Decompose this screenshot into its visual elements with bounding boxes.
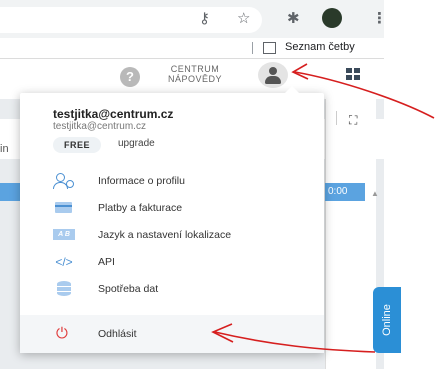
help-center-link[interactable]: CENTRUM NÁPOVĚDY bbox=[160, 64, 230, 84]
menu-item-language[interactable]: A B Jazyk a nastavení lokalizace bbox=[20, 223, 324, 249]
online-chat-tab[interactable]: Online bbox=[373, 287, 401, 353]
menu-item-api[interactable]: </> API bbox=[20, 250, 324, 276]
language-icon: A B bbox=[53, 226, 75, 244]
bookmarks-bar: Seznam četby bbox=[0, 38, 384, 59]
user-menu-dropdown: testjitka@centrum.cz testjitka@centrum.c… bbox=[20, 86, 324, 353]
menu-item-label: API bbox=[98, 256, 115, 268]
user-email-secondary: testjitka@centrum.cz bbox=[53, 121, 146, 132]
scroll-up-icon[interactable]: ▲ bbox=[371, 189, 379, 198]
database-icon bbox=[53, 280, 75, 298]
menu-item-payments[interactable]: Platby a fakturace bbox=[20, 196, 324, 222]
logout-label: Odhlásit bbox=[98, 328, 137, 340]
help-line-1: CENTRUM bbox=[170, 64, 220, 74]
menu-item-data-usage[interactable]: Spotřeba dat bbox=[20, 277, 324, 303]
user-email: testjitka@centrum.cz bbox=[53, 107, 174, 121]
key-icon[interactable]: ⚷ bbox=[199, 10, 210, 28]
online-label: Online bbox=[381, 304, 393, 336]
power-icon: ⏻ bbox=[56, 325, 68, 342]
user-avatar-icon bbox=[269, 67, 277, 75]
profile-avatar-icon[interactable] bbox=[322, 8, 342, 28]
address-bar[interactable] bbox=[0, 7, 262, 33]
plan-badge: FREE bbox=[53, 137, 101, 153]
user-avatar-body bbox=[265, 76, 281, 84]
kebab-menu-icon[interactable]: ⋮ bbox=[372, 10, 387, 28]
background-column bbox=[325, 99, 376, 369]
logout-button[interactable]: ⏻ Odhlásit bbox=[20, 315, 324, 353]
help-line-2: NÁPOVĚDY bbox=[167, 74, 222, 84]
star-icon[interactable]: ☆ bbox=[237, 10, 250, 28]
menu-item-label: Informace o profilu bbox=[98, 175, 185, 187]
menu-item-profile[interactable]: Informace o profilu bbox=[20, 169, 324, 195]
code-icon: </> bbox=[55, 255, 73, 269]
menu-item-label: Jazyk a nastavení lokalizace bbox=[98, 229, 232, 241]
reading-list-button[interactable]: Seznam četby bbox=[285, 41, 355, 53]
credit-card-icon bbox=[53, 199, 75, 217]
question-circle-icon[interactable]: ? bbox=[120, 67, 140, 87]
menu-caret bbox=[285, 86, 299, 93]
puzzle-icon[interactable]: ✱ bbox=[287, 10, 300, 28]
background-text: in bbox=[0, 143, 9, 155]
fullscreen-icon[interactable]: ⛶ bbox=[349, 113, 357, 128]
background-time: 0:00 bbox=[328, 186, 348, 197]
user-avatar-button[interactable] bbox=[258, 62, 288, 88]
menu-item-label: Platby a fakturace bbox=[98, 202, 183, 214]
browser-toolbar: ⚷ ☆ ✱ ⋮ bbox=[0, 0, 387, 38]
upgrade-link[interactable]: upgrade bbox=[118, 138, 155, 149]
background-event-left bbox=[0, 183, 20, 201]
reading-list-icon bbox=[263, 42, 276, 54]
apps-grid-icon[interactable] bbox=[346, 68, 360, 80]
background-divider bbox=[336, 111, 337, 125]
profile-icon bbox=[53, 172, 75, 190]
bookmarks-separator bbox=[252, 42, 253, 54]
menu-item-label: Spotřeba dat bbox=[98, 283, 159, 295]
